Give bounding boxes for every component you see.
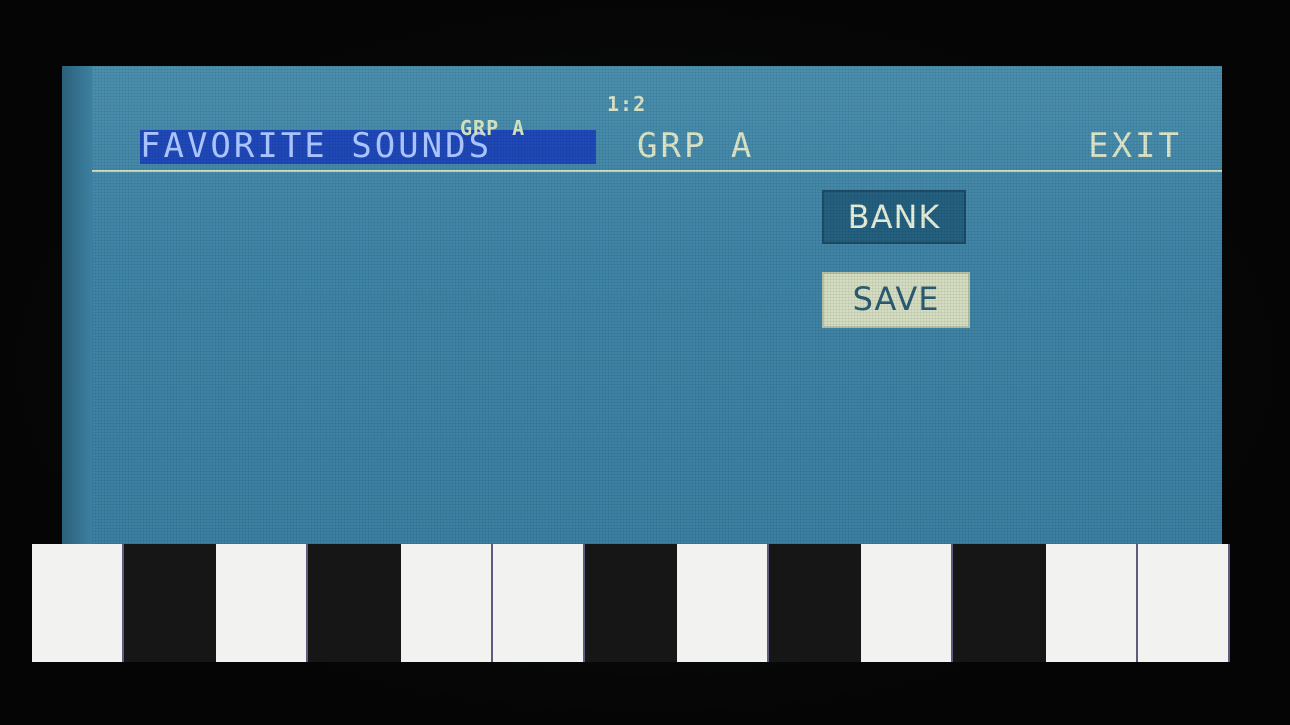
white-key[interactable] [861, 544, 954, 662]
black-key[interactable] [769, 544, 862, 662]
white-key[interactable] [216, 544, 309, 662]
device-bezel: 1:2 GRP A FAVORITE SOUNDS GRP A EXIT BAN… [0, 0, 1290, 725]
white-key[interactable] [492, 544, 585, 662]
lcd-panel: 1:2 GRP A FAVORITE SOUNDS GRP A EXIT BAN… [92, 66, 1222, 544]
white-key[interactable] [400, 544, 493, 662]
keyboard [32, 544, 1230, 662]
white-key[interactable] [1137, 544, 1230, 662]
black-key[interactable] [308, 544, 401, 662]
white-key[interactable] [1045, 544, 1138, 662]
black-key[interactable] [584, 544, 677, 662]
white-key[interactable] [676, 544, 770, 662]
exit-button[interactable]: EXIT [1088, 128, 1182, 164]
lcd-screen: 1:2 GRP A FAVORITE SOUNDS GRP A EXIT BAN… [32, 66, 1230, 666]
black-key[interactable] [953, 544, 1046, 662]
group-selector[interactable]: GRP A [637, 128, 754, 164]
black-key[interactable] [124, 544, 217, 662]
bank-button[interactable]: BANK [822, 190, 966, 244]
header-divider [92, 170, 1222, 172]
page-indicator: 1:2 [607, 92, 647, 116]
white-key[interactable] [32, 544, 125, 662]
group-label-small: GRP A [460, 116, 526, 140]
save-button[interactable]: SAVE [822, 272, 970, 328]
page-title[interactable]: FAVORITE SOUNDS [140, 128, 492, 164]
lcd-edge [62, 66, 96, 544]
